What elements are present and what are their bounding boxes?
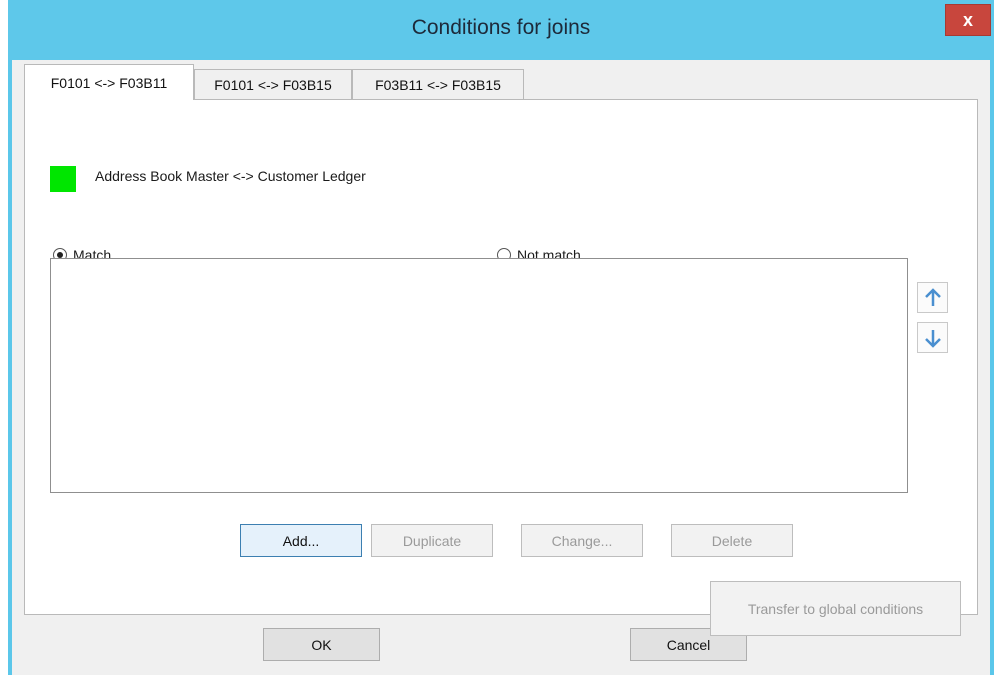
tab-panel: Address Book Master <-> Customer Ledger … bbox=[24, 99, 978, 636]
title-bar[interactable]: Conditions for joins bbox=[8, 0, 994, 60]
tab-f0101-f03b11[interactable]: F0101 <-> F03B11 bbox=[24, 64, 194, 100]
move-up-button[interactable] bbox=[917, 282, 948, 313]
join-tables-label: Address Book Master <-> Customer Ledger bbox=[95, 168, 366, 184]
tab-label: F0101 <-> F03B11 bbox=[50, 74, 168, 91]
transfer-global-conditions-button[interactable]: Transfer to global conditions bbox=[710, 581, 961, 636]
arrow-down-icon bbox=[924, 329, 941, 348]
tab-f0101-f03b15[interactable]: F0101 <-> F03B15 bbox=[194, 69, 352, 99]
tab-label: F03B11 <-> F03B15 bbox=[375, 76, 501, 93]
add-button[interactable]: Add... bbox=[240, 524, 362, 557]
move-down-button[interactable] bbox=[917, 322, 948, 353]
delete-button[interactable]: Delete bbox=[671, 524, 793, 557]
conditions-list[interactable] bbox=[50, 258, 908, 493]
join-color-swatch bbox=[50, 166, 76, 192]
duplicate-button[interactable]: Duplicate bbox=[371, 524, 493, 557]
tab-f03b11-f03b15[interactable]: F03B11 <-> F03B15 bbox=[352, 69, 524, 99]
conditions-dialog: Conditions for joins x F0101 <-> F03B11 … bbox=[8, 0, 994, 675]
arrow-up-icon bbox=[924, 287, 941, 306]
dialog-body: F0101 <-> F03B11 F0101 <-> F03B15 F03B11… bbox=[12, 60, 990, 675]
close-icon: x bbox=[962, 9, 973, 30]
ok-button[interactable]: OK bbox=[263, 628, 380, 661]
tab-label: F0101 <-> F03B15 bbox=[214, 76, 332, 93]
change-button[interactable]: Change... bbox=[521, 524, 643, 557]
close-button[interactable]: x bbox=[945, 4, 991, 36]
dialog-title: Conditions for joins bbox=[411, 16, 591, 39]
